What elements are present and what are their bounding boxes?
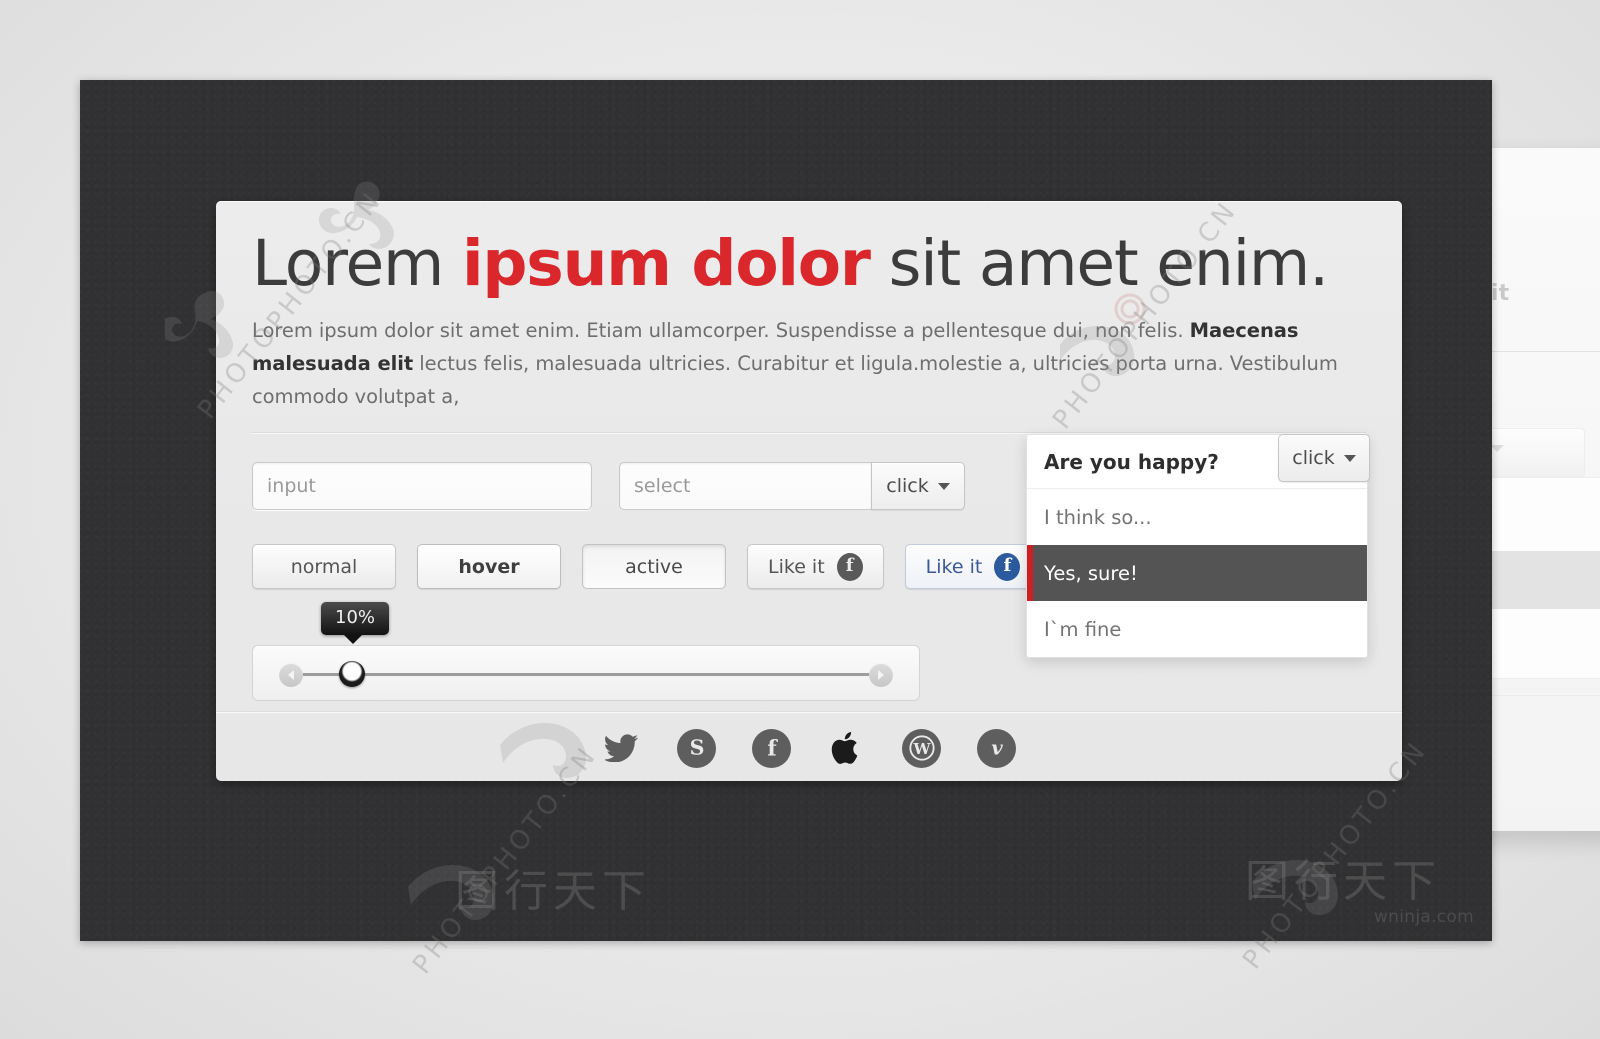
chevron-down-icon <box>937 482 950 490</box>
svg-text:v: v <box>991 737 1003 760</box>
headline-part-after: sit amet enim. <box>869 227 1330 300</box>
dropdown-trigger-button[interactable]: click <box>1278 434 1370 482</box>
arrow-left-icon <box>288 670 294 681</box>
stage-credit: wninja.com <box>1373 907 1474 927</box>
facebook-icon[interactable]: f <box>752 728 791 768</box>
text-input[interactable] <box>252 462 592 511</box>
slider-handle[interactable] <box>339 661 365 688</box>
select-value[interactable]: select <box>619 462 871 511</box>
dropdown-trigger-label: click <box>1292 447 1335 469</box>
slider-track[interactable] <box>295 673 877 677</box>
svg-text:S: S <box>689 736 704 760</box>
card-header: Lorem ipsum dolor sit amet enim. Lorem i… <box>216 201 1402 435</box>
like-it-label-gray: Like it <box>768 555 825 578</box>
vimeo-icon[interactable]: v <box>977 728 1016 768</box>
lede-paragraph: Lorem ipsum dolor sit amet enim. Etiam u… <box>252 315 1366 413</box>
arrow-right-icon <box>878 670 884 681</box>
lede-part-2: lectus felis, malesuada ultricies. Curab… <box>252 351 1338 408</box>
apple-icon[interactable] <box>827 729 866 768</box>
select-trigger-button[interactable]: click <box>871 462 965 511</box>
hover-button[interactable]: hover <box>417 544 561 590</box>
ghost-chevron-down-icon <box>1490 445 1504 452</box>
svg-text:f: f <box>767 737 778 761</box>
dropdown-item-2-selected[interactable]: Yes, sure! <box>1027 545 1367 601</box>
headline-part-before: Lorem <box>252 227 463 300</box>
slider-control[interactable]: 10% <box>252 602 920 702</box>
lede-part-1: Lorem ipsum dolor sit amet enim. Etiam u… <box>252 319 1190 343</box>
twitter-icon[interactable] <box>602 729 641 768</box>
slider-increment-button[interactable] <box>869 663 893 688</box>
svg-text:W: W <box>912 740 931 758</box>
headline-accent: ipsum dolor <box>462 227 871 300</box>
wordpress-icon[interactable]: W <box>902 728 941 768</box>
social-footer: S f W v <box>216 713 1402 783</box>
dropdown-item-1[interactable]: I think so... <box>1027 489 1367 545</box>
dropdown-item-3[interactable]: I`m fine <box>1027 601 1367 657</box>
slider-decrement-button[interactable] <box>279 663 303 688</box>
like-it-button-gray[interactable]: Like it f <box>747 544 884 590</box>
select-trigger-label: click <box>886 475 929 498</box>
facebook-icon-blue: f <box>994 552 1021 581</box>
slider-tooltip: 10% <box>321 602 390 645</box>
facebook-icon: f <box>836 552 863 581</box>
page-title: Lorem ipsum dolor sit amet enim. <box>252 230 1366 297</box>
select-control[interactable]: select click <box>619 462 965 511</box>
like-it-label-blue: Like it <box>925 555 983 578</box>
like-it-button-blue[interactable]: Like it f <box>904 544 1042 590</box>
normal-button[interactable]: normal <box>252 544 396 590</box>
active-button[interactable]: active <box>582 544 726 590</box>
chevron-down-icon <box>1343 454 1356 462</box>
skype-icon[interactable]: S <box>677 728 716 768</box>
